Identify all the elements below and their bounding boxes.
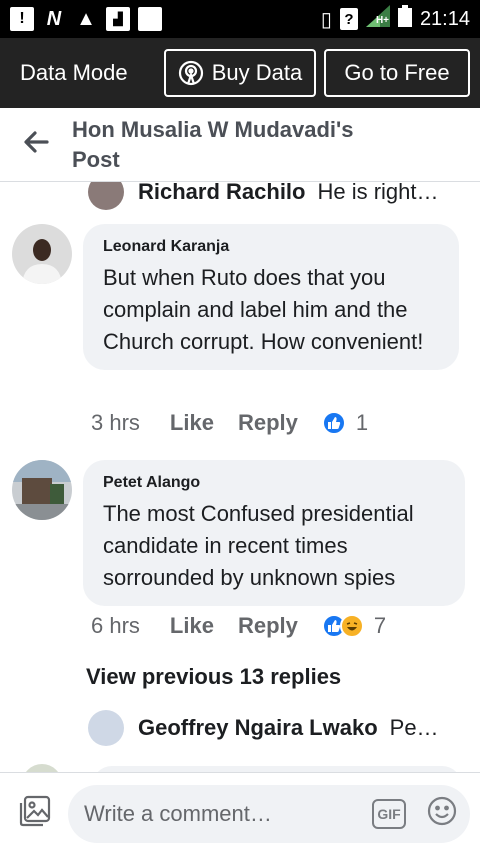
arrow-left-icon [23,131,49,158]
image-icon: ▟ [106,7,130,31]
reaction-count: 7 [373,613,387,638]
comment-actions: 6 hrs Like Reply 7 [91,613,386,639]
reply-button[interactable]: Reply [238,410,298,436]
gif-button[interactable]: GIF [372,798,406,829]
reaction-count: 1 [355,410,369,435]
data-mode-label: Data Mode [20,60,128,85]
comment-author[interactable]: Petet Alango [103,474,445,492]
header: Hon Musalia W Mudavadi's Post [0,108,480,182]
reply-button[interactable]: Reply [238,613,298,639]
notification-icons: ! N ▲ ▟ [10,7,162,31]
photo-button[interactable] [18,794,52,833]
comment-composer: GIF [0,772,480,854]
system-icons: ▯ ? H+ 21:14 [321,5,470,33]
signal-icon: H+ [365,5,390,33]
page-title: Hon Musalia W Mudavadi's Post [72,116,354,172]
vibrate-icon: ▯ [320,8,332,31]
comment-time: 6 hrs [91,613,140,638]
avatar[interactable] [12,460,72,520]
comment-bubble[interactable]: Petet Alango The most Confused president… [83,460,465,606]
comment-time: 3 hrs [91,410,140,435]
comment-text: But when Ruto does that you complain and… [103,265,424,354]
reply-author[interactable]: Geoffrey Ngaira Lwako [138,715,378,741]
reactions-summary[interactable]: 1 [321,410,369,436]
warning-icon: ▲ [76,7,96,30]
go-to-free-label: Go to Free [344,60,450,85]
like-button[interactable]: Like [170,613,214,639]
haha-icon [339,614,364,638]
like-icon [321,411,346,435]
broadcast-icon [178,60,204,86]
reply-text: He is right… [317,182,439,204]
view-previous-replies-link[interactable]: View previous 13 replies [86,664,341,690]
reply-preview-bottom[interactable]: Geoffrey Ngaira Lwako Pe… [88,710,439,746]
network-type-label: H+ [375,15,389,26]
avatar[interactable] [88,182,124,210]
avatar[interactable] [12,224,72,284]
like-button[interactable]: Like [170,410,214,436]
battery-icon [397,5,412,33]
avatar[interactable] [88,710,124,746]
smiley-icon[interactable] [426,795,458,832]
reactions-summary[interactable]: 7 [321,613,387,639]
data-mode-bar: Data Mode Buy Data Go to Free [0,38,480,108]
comment-text: The most Confused presidential candidate… [103,501,414,590]
blank-icon [138,7,162,31]
question-icon: ? [339,8,358,30]
buy-data-button[interactable]: Buy Data [164,49,316,97]
next-comment-avatar [22,764,62,772]
comments-thread[interactable]: Richard Rachilo He is right… Leonard Kar… [0,182,480,772]
buy-data-label: Buy Data [211,60,303,85]
comment-actions: 3 hrs Like Reply 1 [91,410,368,436]
comment-input-wrapper[interactable]: GIF [68,784,470,843]
reply-preview-top[interactable]: Richard Rachilo He is right… [88,182,439,210]
alert-icon: ! [10,7,34,31]
back-button[interactable] [0,108,72,182]
reply-author[interactable]: Richard Rachilo [138,182,305,205]
n-icon: N [46,7,62,30]
photo-icon [18,794,52,833]
comment-author[interactable]: Leonard Karanja [103,238,439,256]
status-bar: ! N ▲ ▟ ▯ ? H+ 21:14 [0,0,480,38]
comment-input[interactable] [84,800,372,827]
clock: 21:14 [419,7,470,30]
go-to-free-button[interactable]: Go to Free [324,49,470,97]
comment-bubble[interactable]: Leonard Karanja But when Ruto does that … [83,224,459,370]
reply-text: Pe… [389,715,439,740]
